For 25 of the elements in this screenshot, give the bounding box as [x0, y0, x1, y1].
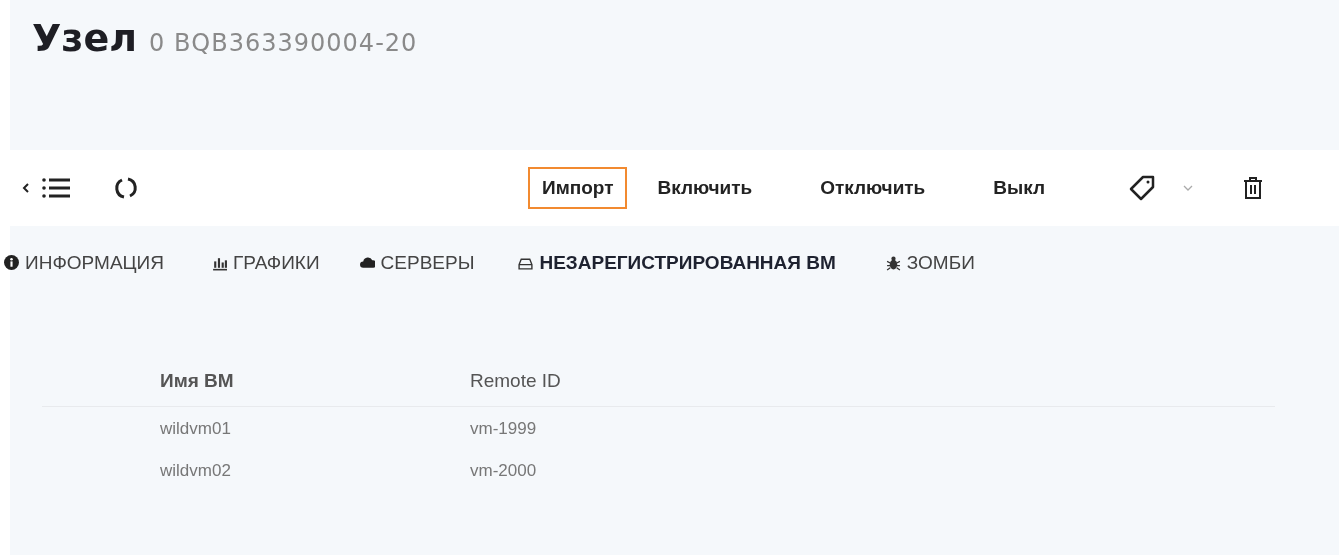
back-chevron-icon[interactable] — [22, 182, 30, 194]
action-button[interactable]: Импорт — [528, 167, 628, 209]
tab[interactable]: НЕЗАРЕГИСТРИРОВАННАЯ ВМ — [518, 252, 836, 274]
bug-icon — [885, 255, 901, 271]
action-button[interactable]: Включить — [643, 167, 767, 209]
table-cell: wildvm01 — [42, 406, 470, 449]
table-cell: vm-1999 — [470, 406, 1275, 449]
refresh-icon[interactable] — [114, 176, 138, 200]
column-header: Remote ID — [470, 356, 1275, 407]
tab[interactable]: СЕРВЕРЫ — [359, 252, 475, 274]
trash-icon[interactable] — [1243, 176, 1264, 200]
action-button[interactable]: Отключить — [806, 167, 940, 209]
node-id: 0 BQB363390004-20 — [149, 29, 418, 57]
tab[interactable]: ИНФОРМАЦИЯ — [4, 252, 164, 274]
tab[interactable]: ГРАФИКИ — [212, 252, 320, 274]
page-title: Узел — [32, 16, 137, 60]
tag-icon[interactable] — [1129, 175, 1156, 201]
table-cell: wildvm02 — [42, 449, 470, 491]
action-button[interactable]: Выкл — [979, 167, 1060, 209]
cloud-icon — [359, 255, 375, 271]
bar-chart-icon — [212, 255, 227, 271]
tab[interactable]: ЗОМБИ — [885, 252, 975, 274]
table-cell-text: vm-2000 — [470, 460, 538, 482]
column-header: Имя ВМ — [42, 356, 470, 407]
list-icon[interactable] — [42, 177, 70, 199]
